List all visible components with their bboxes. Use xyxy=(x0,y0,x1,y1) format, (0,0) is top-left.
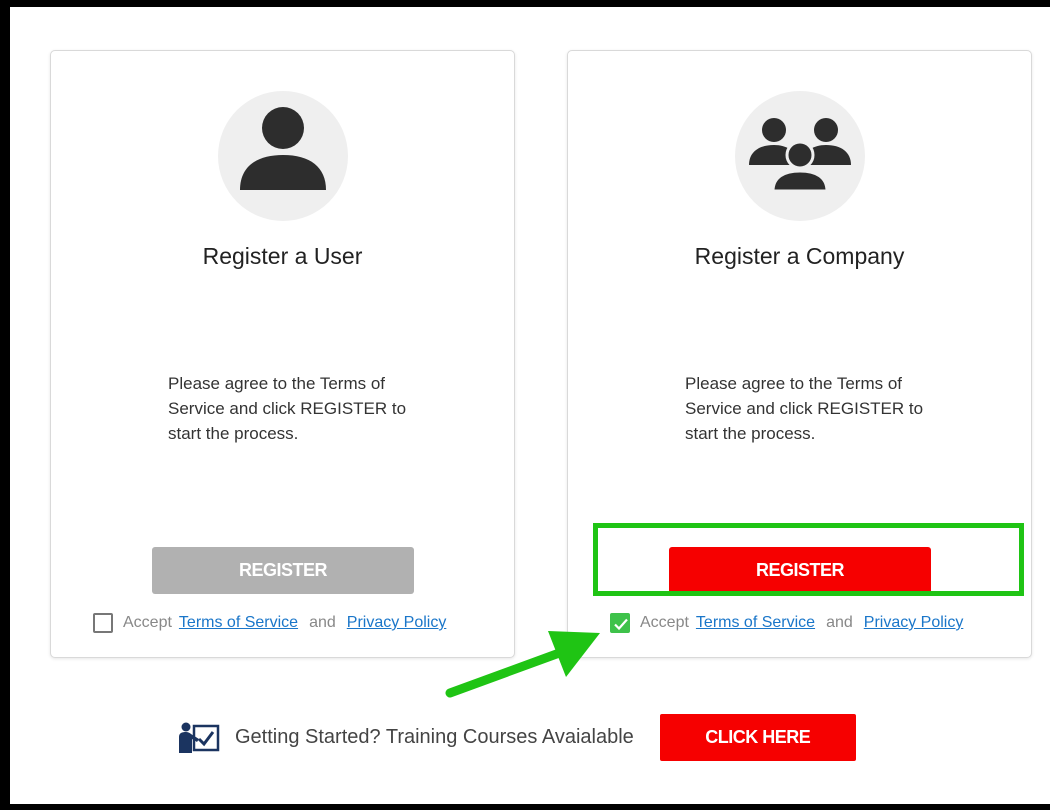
group-icon xyxy=(748,118,851,193)
accept-terms-checkbox[interactable] xyxy=(610,613,630,633)
accept-terms-checkbox[interactable] xyxy=(93,613,113,633)
and-label: and xyxy=(309,614,336,631)
checkmark-icon xyxy=(614,618,628,631)
accept-terms-row: Accept Terms of Service and Privacy Poli… xyxy=(93,611,446,635)
accept-terms-row: Accept Terms of Service and Privacy Poli… xyxy=(610,611,963,635)
register-user-card: Register a User Please agree to the Term… xyxy=(50,50,515,658)
privacy-policy-link[interactable]: Privacy Policy xyxy=(864,614,964,632)
terms-of-service-link[interactable]: Terms of Service xyxy=(696,614,815,632)
click-here-button[interactable]: CLICK HERE xyxy=(659,714,856,761)
training-icon xyxy=(179,722,220,753)
card-title: Register a Company xyxy=(694,243,905,269)
card-title: Register a User xyxy=(202,243,363,269)
accept-label: Accept xyxy=(640,614,689,631)
card-description: Please agree to the Terms of Service and… xyxy=(168,374,407,443)
footer-text: Getting Started? Training Courses Avaial… xyxy=(235,726,634,748)
user-icon xyxy=(239,107,326,190)
screenshot-frame: Register a User Please agree to the Term… xyxy=(0,0,1050,810)
training-footer: Getting Started? Training Courses Avaial… xyxy=(178,714,856,761)
highlight-box xyxy=(593,523,1024,596)
annotation-arrow-icon xyxy=(445,631,600,698)
user-avatar-circle xyxy=(217,91,348,221)
accept-label: Accept xyxy=(123,614,172,631)
company-avatar-circle xyxy=(734,91,865,221)
and-label: and xyxy=(826,614,853,631)
terms-of-service-link[interactable]: Terms of Service xyxy=(179,614,298,632)
register-user-button[interactable]: REGISTER xyxy=(152,547,414,594)
card-description: Please agree to the Terms of Service and… xyxy=(685,374,924,443)
